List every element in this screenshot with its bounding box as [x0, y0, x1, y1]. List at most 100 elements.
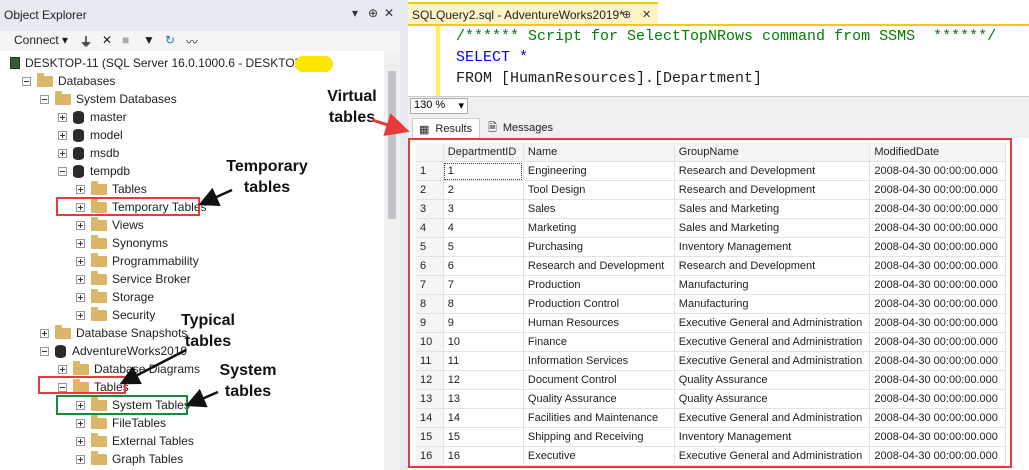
tree-node[interactable]: Service Broker: [76, 270, 191, 288]
object-explorer-title: Object Explorer: [4, 8, 87, 22]
expand-icon[interactable]: [76, 418, 85, 428]
tree-node[interactable]: tempdb: [58, 162, 130, 180]
tree-node-label: msdb: [90, 146, 120, 160]
tab-results[interactable]: ▦ Results: [412, 118, 480, 139]
redaction-highlight: [295, 56, 333, 72]
refresh-icon[interactable]: ↻: [165, 33, 175, 47]
database-icon: [73, 146, 84, 160]
pin-icon[interactable]: ⊕: [622, 8, 631, 21]
panel-divider[interactable]: [400, 0, 408, 470]
tree-node-label: Synonyms: [112, 236, 169, 250]
folder-icon: [91, 450, 107, 465]
expand-icon[interactable]: [76, 238, 85, 248]
tree-node[interactable]: Synonyms: [76, 234, 168, 252]
annotation-typical-tables: Typical tables: [181, 312, 235, 350]
filter-icon[interactable]: ▼: [143, 33, 155, 47]
expand-icon[interactable]: [76, 256, 85, 266]
pin-icon[interactable]: ⊕: [368, 6, 378, 20]
tree-node-label: tempdb: [90, 164, 131, 178]
tree-node[interactable]: Security: [76, 306, 155, 324]
folder-icon: [91, 270, 107, 285]
tree-node[interactable]: System Databases: [40, 90, 177, 108]
tree-node[interactable]: Graph Tables: [76, 450, 183, 468]
database-icon: [55, 344, 66, 358]
tree-node[interactable]: External Tables: [76, 432, 194, 450]
tree-node-label: model: [90, 128, 123, 142]
tree-node-label: DESKTOP-11 (SQL Server 16.0.1000.6 - DES…: [25, 56, 323, 70]
code-line-comment: /****** Script for SelectTopNRows comman…: [456, 28, 997, 45]
tree-node-label: Tables: [112, 182, 147, 196]
folder-icon: [73, 360, 89, 375]
folder-icon: [91, 252, 107, 267]
activity-monitor-icon[interactable]: 〰: [186, 33, 198, 50]
tab-messages[interactable]: 🗎 Messages: [484, 118, 564, 138]
code-line-from: FROM [HumanResources].[Department]: [456, 70, 763, 87]
collapse-icon[interactable]: [40, 346, 49, 356]
tree-node[interactable]: AdventureWorks2019: [40, 342, 187, 360]
temporary-tables-highlight: [56, 197, 200, 216]
stop-icon[interactable]: ■: [122, 33, 129, 47]
tree-node[interactable]: msdb: [58, 144, 119, 162]
server-icon: [10, 57, 20, 69]
zoom-bar: 130 % ▾: [408, 96, 1029, 115]
expand-icon[interactable]: [58, 112, 67, 122]
tree-node[interactable]: Database Snapshots: [40, 324, 187, 342]
collapse-icon[interactable]: [58, 166, 67, 176]
database-icon: [73, 128, 84, 142]
expand-icon[interactable]: [76, 274, 85, 284]
tree-node[interactable]: Databases: [22, 72, 115, 90]
collapse-icon[interactable]: [22, 76, 31, 86]
folder-icon: [91, 180, 107, 195]
chevron-down-icon: ▾: [458, 100, 464, 112]
tree-node[interactable]: model: [58, 126, 123, 144]
query-tab-title: SQLQuery2.sql - AdventureWorks2019*: [412, 8, 624, 22]
tree-node[interactable]: Storage: [76, 288, 154, 306]
expand-icon[interactable]: [76, 436, 85, 446]
system-tables-highlight: [56, 395, 188, 415]
folder-icon: [91, 216, 107, 231]
expand-icon[interactable]: [76, 310, 85, 320]
tree-node[interactable]: DESKTOP-11 (SQL Server 16.0.1000.6 - DES…: [10, 54, 322, 72]
grid-icon: ▦: [419, 123, 430, 136]
folder-icon: [91, 234, 107, 249]
disconnect-icon[interactable]: ✕: [102, 33, 112, 47]
expand-icon[interactable]: [76, 220, 85, 230]
query-tab[interactable]: SQLQuery2.sql - AdventureWorks2019* ⊕ ✕: [408, 2, 658, 24]
collapse-icon[interactable]: [40, 94, 49, 104]
tree-node-label: master: [90, 110, 127, 124]
tree-node[interactable]: FileTables: [76, 414, 166, 432]
tree-node[interactable]: Views: [76, 216, 144, 234]
tree-node-label: Graph Tables: [112, 452, 184, 466]
tree-node-label: Views: [112, 218, 144, 232]
close-icon[interactable]: ✕: [642, 8, 651, 21]
folder-icon: [37, 72, 53, 87]
sql-editor[interactable]: /****** Script for SelectTopNRows comman…: [408, 26, 1029, 96]
tree-node[interactable]: master: [58, 108, 127, 126]
tree-node-label: Service Broker: [112, 272, 191, 286]
zoom-select[interactable]: 130 % ▾: [410, 98, 468, 114]
tree-node[interactable]: Tables: [76, 180, 147, 198]
typical-tables-highlight: [38, 376, 126, 394]
expand-icon[interactable]: [76, 292, 85, 302]
tab-results-label: Results: [435, 123, 473, 135]
expand-icon[interactable]: [58, 148, 67, 158]
close-icon[interactable]: ✕: [384, 6, 394, 20]
expand-icon[interactable]: [40, 328, 49, 338]
folder-icon: [91, 306, 107, 321]
expand-icon[interactable]: [58, 364, 67, 374]
folder-icon: [55, 324, 71, 339]
expand-icon[interactable]: [76, 454, 85, 464]
connect-plug-icon[interactable]: ⏚: [80, 33, 92, 50]
tree-node-label: Security: [112, 308, 156, 322]
virtual-tables-highlight: [408, 138, 1012, 468]
tree-node-label: Programmability: [112, 254, 199, 268]
dropdown-icon[interactable]: ▾: [352, 6, 358, 20]
expand-icon[interactable]: [76, 184, 85, 194]
zoom-value: 130 %: [414, 99, 446, 111]
connect-button[interactable]: Connect ▾: [14, 33, 68, 47]
tree-node-label: Database Diagrams: [94, 362, 201, 376]
expand-icon[interactable]: [58, 130, 67, 140]
messages-icon: 🗎: [488, 121, 497, 134]
folder-icon: [91, 288, 107, 303]
tree-node[interactable]: Programmability: [76, 252, 199, 270]
